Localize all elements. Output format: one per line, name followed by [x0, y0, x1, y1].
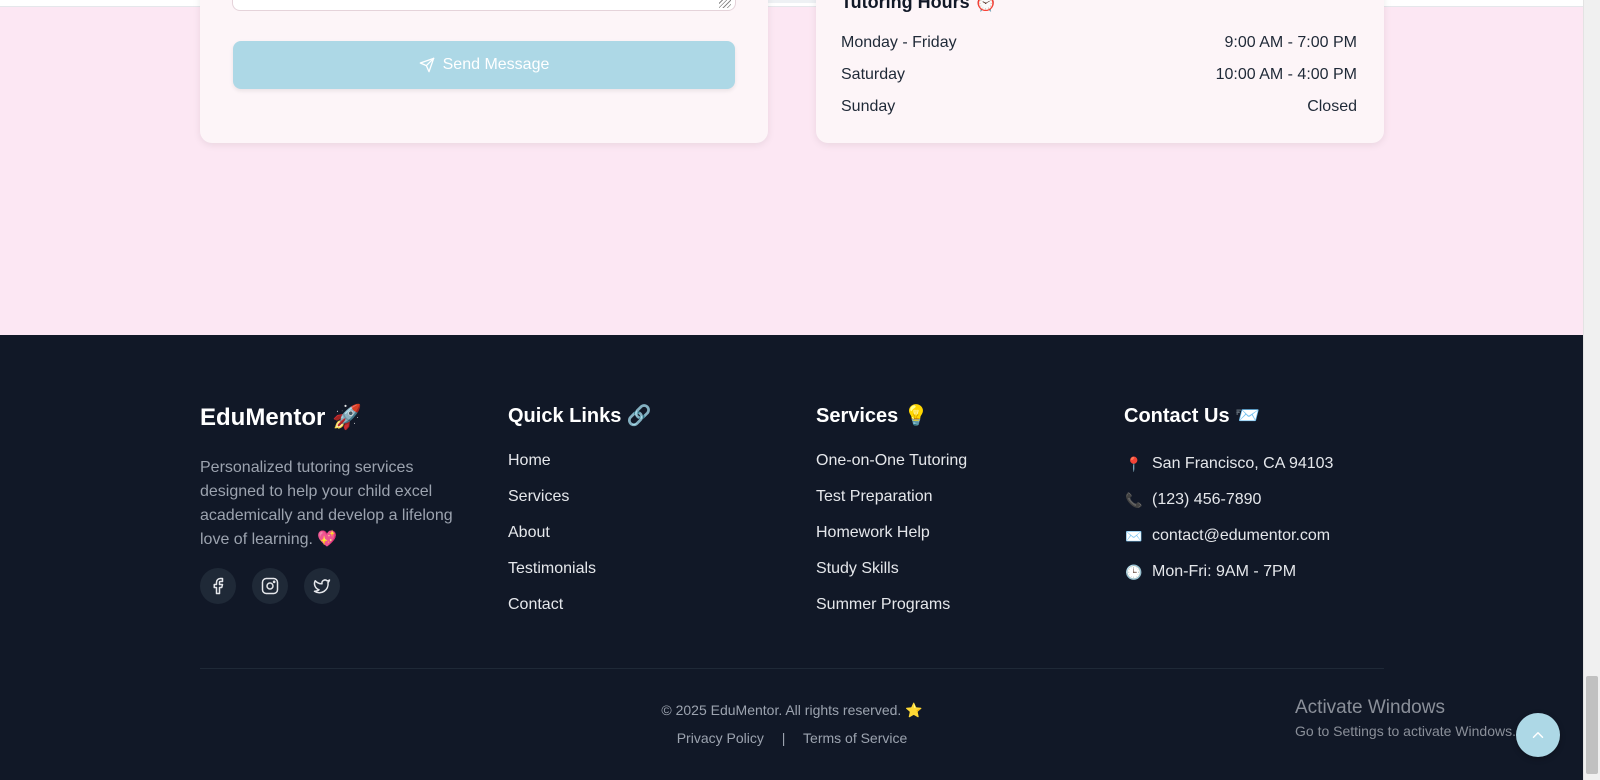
- contact-form-card: Send Message: [200, 0, 768, 143]
- service-link[interactable]: Homework Help: [816, 524, 967, 548]
- hours-time: 10:00 AM - 4:00 PM: [1215, 66, 1357, 83]
- twitter-icon: [313, 579, 331, 594]
- footer-link-home[interactable]: Home: [508, 452, 652, 476]
- service-link[interactable]: Summer Programs: [816, 596, 967, 620]
- facebook-link[interactable]: [200, 568, 236, 604]
- contact-phone[interactable]: 📞 (123) 456-7890: [1124, 488, 1333, 512]
- hours-row: Monday - Friday 9:00 AM - 7:00 PM: [841, 34, 1357, 52]
- windows-activation-watermark: Activate Windows Go to Settings to activ…: [1295, 697, 1516, 739]
- send-message-label: Send Message: [442, 56, 550, 73]
- contact-hours: 🕒 Mon-Fri: 9AM - 7PM: [1124, 560, 1333, 584]
- footer-divider: [200, 668, 1384, 669]
- contact-address: 📍 San Francisco, CA 94103: [1124, 452, 1333, 476]
- chevron-up-icon: [1532, 732, 1544, 738]
- footer-brand-column: EduMentor 🚀 Personalized tutoring servic…: [200, 403, 470, 604]
- hours-day: Saturday: [841, 66, 906, 83]
- activate-windows-subtitle: Go to Settings to activate Windows.: [1295, 723, 1516, 739]
- social-links: [200, 568, 470, 604]
- hours-day: Monday - Friday: [841, 34, 957, 51]
- hours-time: 9:00 AM - 7:00 PM: [1224, 34, 1357, 51]
- footer-link-contact[interactable]: Contact: [508, 596, 652, 620]
- hours-day: Sunday: [841, 98, 896, 115]
- contact-email[interactable]: ✉️ contact@edumentor.com: [1124, 524, 1333, 548]
- twitter-link[interactable]: [304, 568, 340, 604]
- instagram-link[interactable]: [252, 568, 288, 604]
- contact-title: Contact Us 📨: [1124, 405, 1261, 427]
- footer-brand-description: Personalized tutoring services designed …: [200, 459, 453, 548]
- services-title: Services 💡: [816, 405, 929, 427]
- services-list: One-on-One Tutoring Test Preparation Hom…: [816, 452, 967, 620]
- footer-quick-links-column: Quick Links 🔗 Home Services About Testim…: [508, 403, 652, 632]
- instagram-icon: [261, 577, 279, 595]
- send-message-button[interactable]: Send Message: [233, 41, 735, 89]
- contact-phone-text[interactable]: (123) 456-7890: [1152, 491, 1261, 509]
- legal-separator: |: [781, 730, 786, 746]
- envelope-icon: ✉️: [1125, 527, 1143, 544]
- hours-time: Closed: [1307, 98, 1357, 115]
- service-link[interactable]: Study Skills: [816, 560, 967, 584]
- footer-link-testimonials[interactable]: Testimonials: [508, 560, 652, 584]
- page-scrollbar[interactable]: [1583, 0, 1600, 780]
- footer-brand-title: EduMentor 🚀: [200, 404, 362, 431]
- resize-grip-icon[interactable]: [719, 0, 731, 8]
- terms-of-service-link[interactable]: Terms of Service: [803, 730, 907, 746]
- contact-email-text[interactable]: contact@edumentor.com: [1152, 527, 1330, 545]
- privacy-policy-link[interactable]: Privacy Policy: [677, 730, 764, 746]
- clock-icon: 🕒: [1125, 563, 1143, 580]
- quick-links-list: Home Services About Testimonials Contact: [508, 452, 652, 620]
- hours-row: Sunday Closed: [841, 98, 1357, 116]
- footer-contact-column: Contact Us 📨 📍 San Francisco, CA 94103 📞…: [1124, 403, 1333, 596]
- facebook-icon: [213, 577, 224, 595]
- activate-windows-title: Activate Windows: [1295, 697, 1445, 718]
- footer-services-column: Services 💡 One-on-One Tutoring Test Prep…: [816, 403, 967, 632]
- send-icon: [419, 57, 434, 73]
- tutoring-hours-card: Tutoring Hours ⏰ Monday - Friday 9:00 AM…: [816, 0, 1384, 143]
- hours-title: Tutoring Hours ⏰: [841, 0, 998, 12]
- scrollbar-thumb[interactable]: [1586, 676, 1598, 774]
- contact-address-text: San Francisco, CA 94103: [1152, 455, 1334, 472]
- message-textarea[interactable]: [232, 0, 736, 11]
- service-link[interactable]: One-on-One Tutoring: [816, 452, 967, 476]
- footer-link-about[interactable]: About: [508, 524, 652, 548]
- location-pin-icon: 📍: [1125, 455, 1143, 472]
- phone-icon: 📞: [1125, 491, 1143, 508]
- hours-row: Saturday 10:00 AM - 4:00 PM: [841, 66, 1357, 84]
- footer-link-services[interactable]: Services: [508, 488, 652, 512]
- contact-hours-text: Mon-Fri: 9AM - 7PM: [1152, 563, 1297, 580]
- contact-list: 📍 San Francisco, CA 94103 📞 (123) 456-78…: [1124, 452, 1333, 584]
- quick-links-title: Quick Links 🔗: [508, 405, 652, 427]
- scroll-to-top-button[interactable]: [1516, 713, 1560, 757]
- service-link[interactable]: Test Preparation: [816, 488, 967, 512]
